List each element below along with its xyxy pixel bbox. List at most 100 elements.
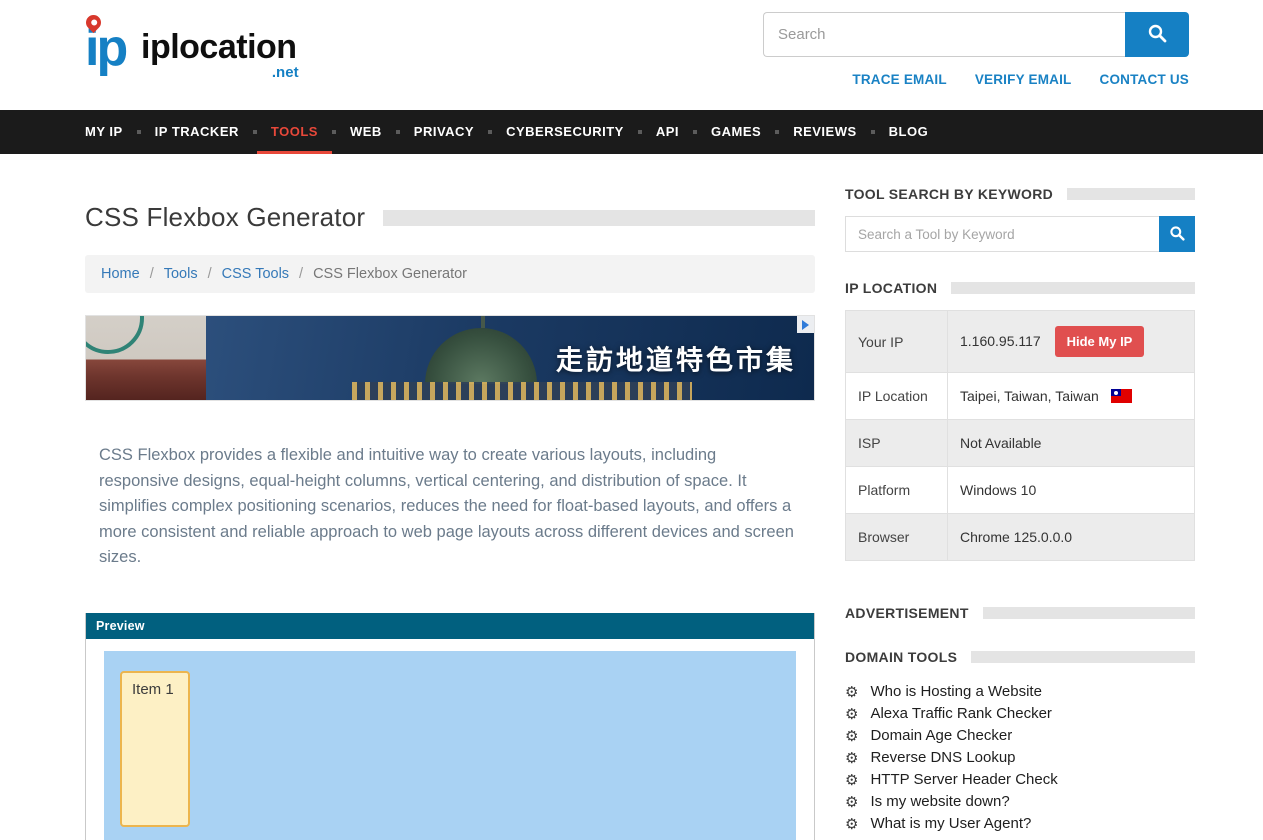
nav-item-blog[interactable]: BLOG <box>875 110 943 154</box>
tool-link-label[interactable]: Alexa Traffic Rank Checker <box>870 703 1051 725</box>
tool-link-website-down[interactable]: ⚙Is my website down? <box>845 791 1195 813</box>
top-header: ip iplocation .net TRACE EMAIL VERIFY EM… <box>0 0 1263 110</box>
nav-item-reviews[interactable]: REVIEWS <box>779 110 870 154</box>
tool-link-label[interactable]: Domain Age Checker <box>870 725 1012 747</box>
page-title: CSS Flexbox Generator <box>85 202 365 233</box>
tool-search <box>845 216 1195 252</box>
browser-value: Chrome 125.0.0.0 <box>948 514 1195 561</box>
advertisement-heading-row: ADVERTISEMENT <box>845 605 1195 621</box>
nav-item-api[interactable]: API <box>642 110 693 154</box>
gear-icon: ⚙ <box>845 769 858 791</box>
breadcrumb-home[interactable]: Home <box>101 266 140 282</box>
header-links: TRACE EMAIL VERIFY EMAIL CONTACT US <box>852 72 1189 87</box>
table-row: Browser Chrome 125.0.0.0 <box>846 514 1195 561</box>
main-column: CSS Flexbox Generator Home / Tools / CSS… <box>85 186 815 840</box>
breadcrumb-css-tools[interactable]: CSS Tools <box>222 266 289 282</box>
trace-email-link[interactable]: TRACE EMAIL <box>852 72 946 87</box>
page-title-row: CSS Flexbox Generator <box>85 202 815 233</box>
your-ip-value-cell: 1.160.95.117 Hide My IP <box>948 311 1195 373</box>
breadcrumb: Home / Tools / CSS Tools / CSS Flexbox G… <box>85 255 815 293</box>
site-search <box>763 12 1189 57</box>
nav-item-cybersecurity[interactable]: CYBERSECURITY <box>492 110 638 154</box>
table-row: Your IP 1.160.95.117 Hide My IP <box>846 311 1195 373</box>
nav-item-web[interactable]: WEB <box>336 110 396 154</box>
logo[interactable]: ip iplocation .net <box>85 16 297 80</box>
breadcrumb-separator: / <box>299 266 303 282</box>
domain-tools-list: ⚙Who is Hosting a Website ⚙Alexa Traffic… <box>845 681 1195 835</box>
isp-label: ISP <box>846 420 948 467</box>
main-nav: MY IP IP TRACKER TOOLS WEB PRIVACY CYBER… <box>0 110 1263 154</box>
ad-main-image: 走訪地道特色市集 <box>206 316 814 400</box>
search-icon <box>1169 225 1185 244</box>
ip-location-value-cell: Taipei, Taiwan, Taiwan <box>948 373 1195 420</box>
heading-bar <box>983 607 1195 619</box>
tool-link-http-header[interactable]: ⚙ HTTP Server Header Check <box>845 769 1195 791</box>
nav-item-ip-tracker[interactable]: IP TRACKER <box>141 110 253 154</box>
search-button[interactable] <box>1125 12 1189 57</box>
domain-tools-heading-row: DOMAIN TOOLS <box>845 649 1195 665</box>
tool-search-input[interactable] <box>845 216 1159 252</box>
tool-search-heading-row: TOOL SEARCH BY KEYWORD <box>845 186 1195 202</box>
heading-bar <box>383 210 815 226</box>
tool-link-label[interactable]: HTTP Server Header Check <box>870 769 1057 791</box>
nav-item-games[interactable]: GAMES <box>697 110 775 154</box>
ip-location-heading: IP LOCATION <box>845 280 937 296</box>
dome-illustration <box>425 328 537 384</box>
nav-item-my-ip[interactable]: MY IP <box>71 110 137 154</box>
sidebar: TOOL SEARCH BY KEYWORD IP LOCATION Your … <box>845 186 1195 840</box>
preview-panel-header: Preview <box>86 613 814 639</box>
ad-banner[interactable]: 走訪地道特色市集 <box>85 315 815 401</box>
platform-value: Windows 10 <box>948 467 1195 514</box>
preview-panel-body: Item 1 <box>86 639 814 840</box>
tool-description: CSS Flexbox provides a flexible and intu… <box>99 443 795 571</box>
nav-item-tools[interactable]: TOOLS <box>257 110 332 154</box>
gear-icon: ⚙ <box>845 681 858 703</box>
tool-search-button[interactable] <box>1159 216 1195 252</box>
flexbox-preview-item: Item 1 <box>120 671 190 827</box>
gear-icon: ⚙ <box>845 747 858 769</box>
header-right: TRACE EMAIL VERIFY EMAIL CONTACT US <box>763 12 1189 87</box>
table-row: Platform Windows 10 <box>846 467 1195 514</box>
tool-link-who-is-hosting[interactable]: ⚙ Who is Hosting a Website <box>845 681 1195 703</box>
tool-link-alexa-rank[interactable]: ⚙Alexa Traffic Rank Checker <box>845 703 1195 725</box>
tool-link-label[interactable]: Reverse DNS Lookup <box>870 747 1015 769</box>
ad-choices-icon[interactable] <box>797 316 814 333</box>
gear-icon: ⚙ <box>845 813 858 835</box>
ip-location-heading-row: IP LOCATION <box>845 280 1195 296</box>
tool-link-label[interactable]: Who is Hosting a Website <box>870 681 1041 703</box>
platform-label: Platform <box>846 467 948 514</box>
contact-us-link[interactable]: CONTACT US <box>1100 72 1190 87</box>
tool-link-reverse-dns[interactable]: ⚙ Reverse DNS Lookup <box>845 747 1195 769</box>
preview-panel: Preview Item 1 <box>85 613 815 840</box>
breadcrumb-separator: / <box>150 266 154 282</box>
hide-my-ip-button[interactable]: Hide My IP <box>1055 326 1145 357</box>
taiwan-flag-icon <box>1111 389 1132 403</box>
verify-email-link[interactable]: VERIFY EMAIL <box>975 72 1072 87</box>
domain-tools-heading: DOMAIN TOOLS <box>845 649 957 665</box>
tool-link-label[interactable]: Is my website down? <box>870 791 1009 813</box>
ip-location-label: IP Location <box>846 373 948 420</box>
content-area: CSS Flexbox Generator Home / Tools / CSS… <box>0 154 1263 840</box>
logo-text: iplocation .net <box>141 30 297 80</box>
nav-item-privacy[interactable]: PRIVACY <box>400 110 488 154</box>
table-row: ISP Not Available <box>846 420 1195 467</box>
tool-link-domain-age[interactable]: ⚙ Domain Age Checker <box>845 725 1195 747</box>
your-ip-value: 1.160.95.117 <box>960 333 1041 349</box>
heading-bar <box>1067 188 1195 200</box>
flexbox-preview-container: Item 1 <box>104 651 796 840</box>
advertisement-heading: ADVERTISEMENT <box>845 605 969 621</box>
tool-link-user-agent[interactable]: ⚙ What is my User Agent? <box>845 813 1195 835</box>
your-ip-label: Your IP <box>846 311 948 373</box>
tool-link-label[interactable]: What is my User Agent? <box>870 813 1031 835</box>
browser-label: Browser <box>846 514 948 561</box>
breadcrumb-separator: / <box>208 266 212 282</box>
tool-search-heading: TOOL SEARCH BY KEYWORD <box>845 186 1053 202</box>
search-input[interactable] <box>763 12 1125 57</box>
breadcrumb-tools[interactable]: Tools <box>164 266 198 282</box>
search-icon <box>1147 23 1167 46</box>
logo-wordmark: iplocation <box>141 28 297 66</box>
logo-suffix: .net <box>272 65 299 80</box>
gear-icon: ⚙ <box>845 725 858 747</box>
ad-headline-text: 走訪地道特色市集 <box>556 339 796 378</box>
breadcrumb-current: CSS Flexbox Generator <box>313 266 467 282</box>
